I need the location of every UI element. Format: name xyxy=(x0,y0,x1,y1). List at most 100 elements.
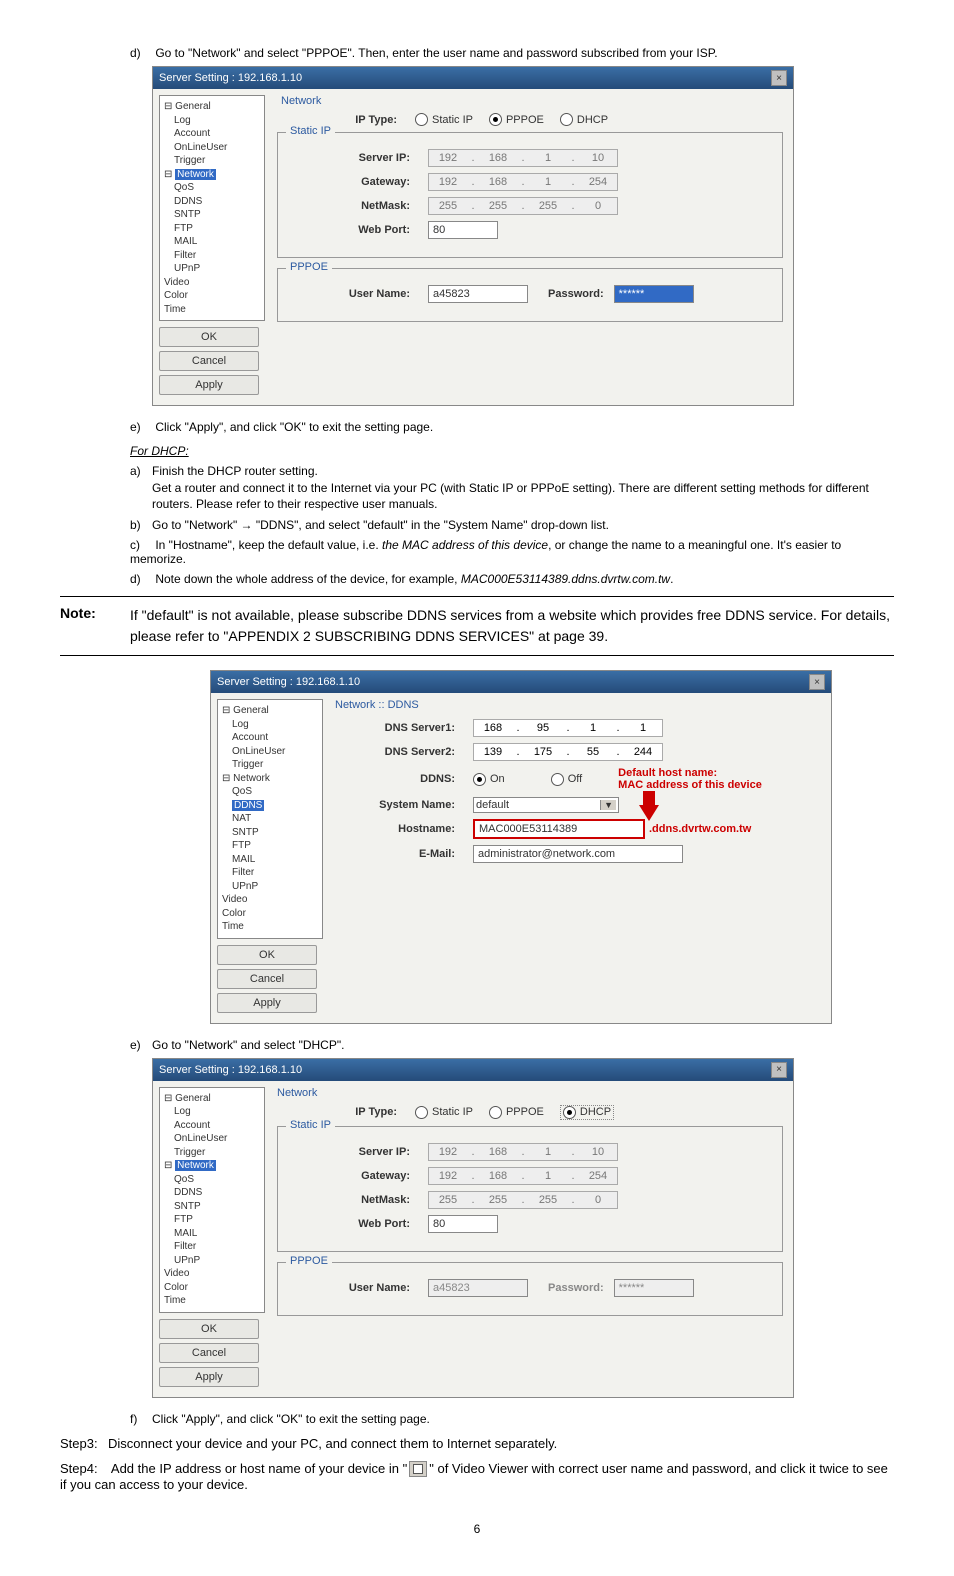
input-gateway-3: 192.168.1.254 xyxy=(428,1167,618,1185)
dhcp-step-b: b)Go to "Network" → "DDNS", and select "… xyxy=(130,518,894,532)
tree-log[interactable]: Log xyxy=(174,114,262,128)
group-static-ip-3: Static IP Server IP: 192.168.1.10 Gatewa… xyxy=(277,1126,783,1252)
input-email[interactable]: administrator@network.com xyxy=(473,845,683,863)
tree-ddns-sel[interactable]: DDNS xyxy=(232,800,264,811)
step4-text: Add the IP address or host name of your … xyxy=(60,1461,888,1493)
window-titlebar-2: Server Setting : 192.168.1.10 × xyxy=(211,671,831,693)
step-e-pppoe: e) Click "Apply", and click "OK" to exit… xyxy=(130,420,894,434)
input-username[interactable]: a45823 xyxy=(428,285,528,303)
step-letter-d: d) xyxy=(130,46,152,60)
tree-qos[interactable]: QoS xyxy=(174,181,262,195)
input-serverip: 192.168.1.10 xyxy=(428,149,618,167)
address-book-icon xyxy=(409,1461,427,1477)
input-netmask-3: 255.255.255.0 xyxy=(428,1191,618,1209)
label-username: User Name: xyxy=(290,288,428,300)
ok-button-3[interactable]: OK xyxy=(159,1319,259,1339)
input-username-3: a45823 xyxy=(428,1279,528,1297)
tree-filter[interactable]: Filter xyxy=(174,249,262,263)
group-static-ip: Static IP Server IP: 192.168.1.10 Gatewa… xyxy=(277,132,783,258)
close-icon-3[interactable]: × xyxy=(771,1062,787,1078)
screenshot-network-dhcp: Server Setting : 192.168.1.10 × ⊟ Genera… xyxy=(152,1058,794,1398)
tree-trigger[interactable]: Trigger xyxy=(174,154,262,168)
dhcp-e-text: Go to "Network" and select "DHCP". xyxy=(152,1038,344,1052)
window-titlebar: Server Setting : 192.168.1.10 × xyxy=(153,67,793,89)
dhcp-f-text: Click "Apply", and click "OK" to exit th… xyxy=(152,1412,430,1426)
input-password-3: ****** xyxy=(614,1279,694,1297)
page-number: 6 xyxy=(60,1522,894,1536)
radio-pppoe-3[interactable]: PPPOE xyxy=(489,1106,544,1119)
tree-pane: ⊟ General Log Account OnLineUser Trigger… xyxy=(159,95,265,321)
label-serverip: Server IP: xyxy=(290,152,428,164)
step3: Step3:Disconnect your device and your PC… xyxy=(60,1436,894,1451)
close-icon-2[interactable]: × xyxy=(809,674,825,690)
tree-upnp[interactable]: UPnP xyxy=(174,262,262,276)
apply-button-3[interactable]: Apply xyxy=(159,1367,259,1387)
ok-button[interactable]: OK xyxy=(159,327,259,347)
tree-color[interactable]: Color xyxy=(164,289,262,303)
tree-ftp[interactable]: FTP xyxy=(174,222,262,236)
panel-heading-network-3: Network xyxy=(277,1087,783,1099)
step-d-text: Go to "Network" and select "PPPOE". Then… xyxy=(155,46,717,60)
group-pppoe-3: PPPOE User Name: a45823 Password: ****** xyxy=(277,1262,783,1316)
label-hostname: Hostname: xyxy=(335,823,473,835)
window-titlebar-3: Server Setting : 192.168.1.10 × xyxy=(153,1059,793,1081)
input-netmask: 255.255.255.0 xyxy=(428,197,618,215)
tree-video[interactable]: Video xyxy=(164,276,262,290)
radio-dhcp-3[interactable]: DHCP xyxy=(560,1105,614,1120)
step-letter-e: e) xyxy=(130,420,152,434)
label-gateway: Gateway: xyxy=(290,176,428,188)
tree-sntp[interactable]: SNTP xyxy=(174,208,262,222)
dhcp-b-text: Go to "Network" → "DDNS", and select "de… xyxy=(152,518,609,532)
tree-online[interactable]: OnLineUser xyxy=(174,141,262,155)
note-label: Note: xyxy=(60,605,130,647)
label-netmask: NetMask: xyxy=(290,200,428,212)
tree-ddns[interactable]: DDNS xyxy=(174,195,262,209)
screenshot-network-pppoe: Server Setting : 192.168.1.10 × ⊟ Genera… xyxy=(152,66,794,406)
label-iptype-3: IP Type: xyxy=(277,1106,415,1118)
host-suffix: .ddns.dvrtw.com.tw xyxy=(649,823,751,835)
radio-pppoe[interactable]: PPPOE xyxy=(489,113,544,126)
input-hostname[interactable]: MAC000E53114389 xyxy=(473,819,645,839)
cancel-button-3[interactable]: Cancel xyxy=(159,1343,259,1363)
input-dns1[interactable]: 168.95.1.1 xyxy=(473,719,663,737)
group-pppoe: PPPOE User Name: a45823 Password: ****** xyxy=(277,268,783,322)
red-arrow-icon xyxy=(639,805,659,821)
tree-account[interactable]: Account xyxy=(174,127,262,141)
step4: Step4: Add the IP address or host name o… xyxy=(60,1461,894,1493)
note-text: If "default" is not available, please su… xyxy=(130,605,894,647)
ok-button-2[interactable]: OK xyxy=(217,945,317,965)
step3-text: Disconnect your device and your PC, and … xyxy=(108,1436,557,1451)
radio-dhcp[interactable]: DHCP xyxy=(560,113,608,126)
tree-time[interactable]: Time xyxy=(164,303,262,317)
select-sysname[interactable]: default▼ xyxy=(473,797,619,813)
radio-on[interactable]: On xyxy=(473,773,505,786)
panel-heading-ddns: Network :: DDNS xyxy=(335,699,821,711)
dhcp-a-text: Finish the DHCP router setting. xyxy=(152,464,318,478)
input-gateway: 192.168.1.254 xyxy=(428,173,618,191)
input-webport[interactable]: 80 xyxy=(428,221,498,239)
close-icon[interactable]: × xyxy=(771,70,787,86)
tree-mail[interactable]: MAIL xyxy=(174,235,262,249)
label-dns1: DNS Server1: xyxy=(335,722,473,734)
apply-button-2[interactable]: Apply xyxy=(217,993,317,1013)
cancel-button[interactable]: Cancel xyxy=(159,351,259,371)
cancel-button-2[interactable]: Cancel xyxy=(217,969,317,989)
label-password: Password: xyxy=(548,288,614,300)
input-password[interactable]: ****** xyxy=(614,285,694,303)
dhcp-step-a: a)Finish the DHCP router setting. xyxy=(130,464,894,478)
input-dns2[interactable]: 139.175.55.244 xyxy=(473,743,663,761)
dhcp-c-text: In "Hostname", keep the default value, i… xyxy=(130,538,841,566)
radio-off[interactable]: Off xyxy=(551,773,582,786)
dhcp-step-f: f)Click "Apply", and click "OK" to exit … xyxy=(130,1412,894,1426)
dhcp-step-c: c) In "Hostname", keep the default value… xyxy=(130,538,894,566)
apply-button[interactable]: Apply xyxy=(159,375,259,395)
tree-general[interactable]: General xyxy=(175,101,211,112)
input-webport-3[interactable]: 80 xyxy=(428,1215,498,1233)
radio-static-3[interactable]: Static IP xyxy=(415,1106,473,1119)
group-title-static: Static IP xyxy=(286,125,335,137)
group-title-pppoe: PPPOE xyxy=(286,261,332,273)
radio-static[interactable]: Static IP xyxy=(415,113,473,126)
label-iptype: IP Type: xyxy=(277,114,415,126)
tree-network[interactable]: Network xyxy=(175,169,216,180)
dhcp-step-d: d) Note down the whole address of the de… xyxy=(130,572,894,586)
